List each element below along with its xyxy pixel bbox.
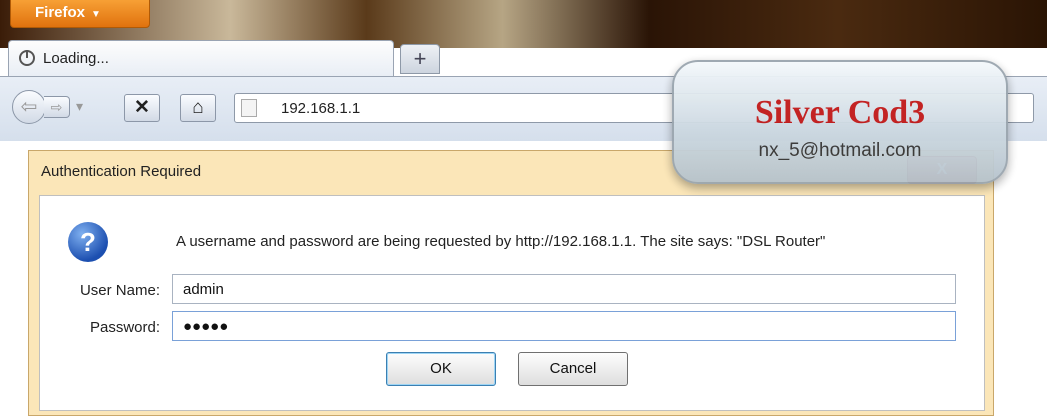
watermark-email: nx_5@hotmail.com [758,140,922,161]
question-icon: ? [68,222,108,262]
auth-dialog: Authentication Required X ? A username a… [28,150,994,416]
dialog-body: ? A username and password are being requ… [39,195,985,411]
password-label: Password: [89,319,160,336]
stop-icon: ✕ [134,97,150,118]
username-label: User Name: [79,282,160,299]
username-input[interactable]: admin [172,274,956,304]
home-icon: ⌂ [192,97,204,118]
stop-button[interactable]: ✕ [124,94,160,122]
forward-button[interactable]: ⇨ [44,96,70,118]
firefox-menu-label: Firefox [35,4,86,21]
chevron-down-icon: ▼ [91,9,101,20]
page-icon [241,99,257,117]
dialog-title: Authentication Required [41,163,202,180]
forward-arrow-icon: ⇨ [50,99,63,115]
back-arrow-icon: ⇦ [20,96,38,118]
new-tab-button[interactable]: + [400,44,440,74]
firefox-menu-button[interactable]: Firefox ▼ [10,0,150,28]
ok-button[interactable]: OK [386,352,496,386]
back-forward-group: ⇦ ⇨ ▾ [12,90,98,124]
loading-spinner-icon [19,50,35,66]
auth-message: A username and password are being reques… [176,233,826,250]
url-text: 192.168.1.1 [281,100,361,117]
back-button[interactable]: ⇦ [12,90,46,124]
cancel-button[interactable]: Cancel [518,352,628,386]
tab-loading[interactable]: Loading... [8,40,394,76]
home-button[interactable]: ⌂ [180,94,216,122]
history-dropdown-icon[interactable]: ▾ [76,98,83,115]
watermark-title: Silver Cod3 [754,94,926,131]
password-input[interactable]: ●●●●● [172,311,956,341]
watermark-overlay: Silver Cod3 nx_5@hotmail.com [672,60,1008,184]
tab-title: Loading... [43,50,109,67]
